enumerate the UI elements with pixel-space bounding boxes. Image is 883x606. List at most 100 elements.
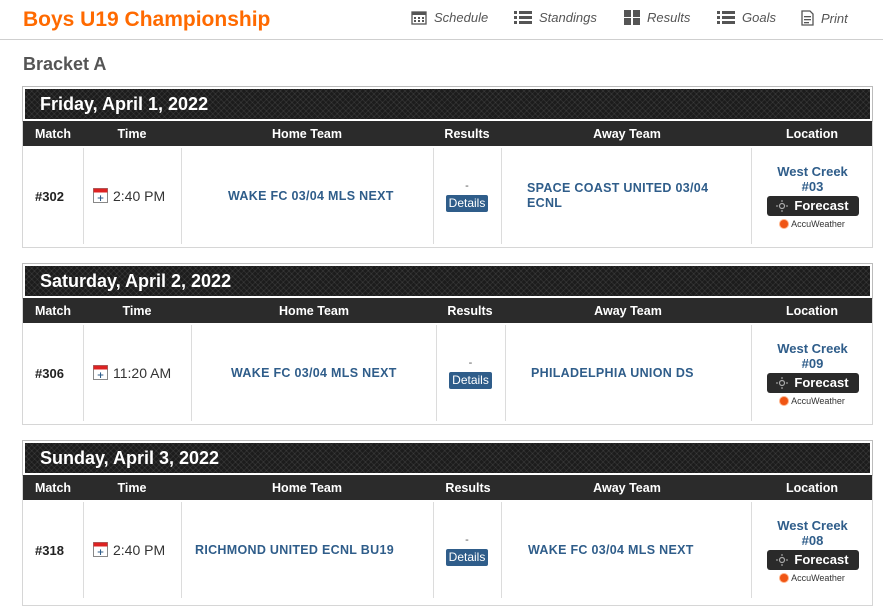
col-away-team: Away Team <box>593 127 661 141</box>
home-team-cell: WAKE FC 03/04 MLS NEXT <box>231 323 426 423</box>
results-cell: - Details <box>436 323 505 423</box>
score-placeholder: - <box>465 180 469 192</box>
column-header-row: Match Time Home Team Results Away Team L… <box>23 121 872 146</box>
accuweather-icon <box>780 573 789 582</box>
match-number: #306 <box>35 365 64 381</box>
results-cell: - Details <box>433 146 501 246</box>
details-button[interactable]: Details <box>445 195 489 212</box>
accuweather-logo: AccuWeather <box>780 396 845 406</box>
nav-goals-label: Goals <box>742 10 776 25</box>
field-number: #03 <box>801 178 824 194</box>
away-team-link[interactable]: SPACE COAST UNITED 03/04 ECNL <box>527 181 742 211</box>
nav-print-label: Print <box>821 10 848 26</box>
match-number-cell: #302 <box>35 146 64 246</box>
nav-results-label: Results <box>647 10 691 25</box>
grid-icon <box>624 10 640 25</box>
column-header-row: Match Time Home Team Results Away Team L… <box>23 475 872 500</box>
home-team-link[interactable]: WAKE FC 03/04 MLS NEXT <box>228 189 394 204</box>
match-number-cell: #318 <box>35 500 64 600</box>
list-icon <box>717 11 735 24</box>
match-time-text: 2:40 PM <box>113 542 166 558</box>
location-link[interactable]: West Creek #09 <box>777 341 848 371</box>
col-match: Match <box>34 481 72 495</box>
calendar-add-icon[interactable]: + <box>93 542 108 558</box>
away-team-cell: PHILADELPHIA UNION DS <box>531 323 746 423</box>
day-date: Friday, April 1, 2022 <box>22 86 873 122</box>
match-number: #302 <box>35 188 64 204</box>
accuweather-icon <box>780 396 789 405</box>
location-link[interactable]: West Creek #08 <box>777 518 848 548</box>
nav-print[interactable]: Print <box>801 10 848 26</box>
sun-icon <box>776 199 789 212</box>
col-home-team: Home Team <box>272 127 342 141</box>
location-cell: West Creek #03 Forecast AccuWeather <box>751 146 874 246</box>
column-header-row: Match Time Home Team Results Away Team L… <box>23 298 872 323</box>
location-name: West Creek <box>777 517 848 533</box>
match-number-cell: #306 <box>35 323 64 423</box>
document-icon <box>801 10 814 26</box>
col-match: Match <box>34 304 72 318</box>
location-link[interactable]: West Creek #03 <box>777 164 848 194</box>
nav-schedule[interactable]: Schedule <box>411 10 488 25</box>
match-row: #306 +11:20 AM WAKE FC 03/04 MLS NEXT - … <box>23 323 872 423</box>
day-section: Friday, April 1, 2022 Match Time Home Te… <box>22 86 873 248</box>
match-time-text: 11:20 AM <box>113 365 172 381</box>
svg-text:+: + <box>97 371 105 380</box>
col-away-team: Away Team <box>593 481 661 495</box>
accuweather-logo: AccuWeather <box>780 219 845 229</box>
away-team-cell: WAKE FC 03/04 MLS NEXT <box>528 500 743 600</box>
home-team-link[interactable]: RICHMOND UNITED ECNL BU19 <box>195 543 394 558</box>
away-team-link[interactable]: WAKE FC 03/04 MLS NEXT <box>528 543 694 558</box>
home-team-cell: WAKE FC 03/04 MLS NEXT <box>228 146 418 246</box>
day-section: Sunday, April 3, 2022 Match Time Home Te… <box>22 440 873 606</box>
score-placeholder: - <box>465 534 469 546</box>
col-results: Results <box>444 127 490 141</box>
calendar-add-icon[interactable]: + <box>93 365 108 381</box>
away-team-link[interactable]: PHILADELPHIA UNION DS <box>531 366 694 381</box>
accuweather-logo: AccuWeather <box>780 573 845 583</box>
day-section: Saturday, April 2, 2022 Match Time Home … <box>22 263 873 425</box>
location-name: West Creek <box>777 340 848 356</box>
col-time: Time <box>122 304 152 318</box>
home-team-link[interactable]: WAKE FC 03/04 MLS NEXT <box>231 366 397 381</box>
forecast-button[interactable]: Forecast <box>766 372 859 393</box>
match-time: +2:40 PM <box>93 188 165 204</box>
col-away-team: Away Team <box>594 304 662 318</box>
col-time: Time <box>117 127 147 141</box>
accuweather-label: AccuWeather <box>791 218 845 229</box>
forecast-button[interactable]: Forecast <box>766 549 859 570</box>
details-button[interactable]: Details <box>445 549 489 566</box>
top-bar: Boys U19 Championship Schedule Standings… <box>0 0 883 40</box>
nav-results[interactable]: Results <box>624 10 690 25</box>
time-cell: +11:20 AM <box>93 323 171 423</box>
match-time: +11:20 AM <box>93 365 171 381</box>
bracket-title: Bracket A <box>23 54 107 74</box>
location-cell: West Creek #08 Forecast AccuWeather <box>751 500 874 600</box>
details-button[interactable]: Details <box>449 372 492 389</box>
nav-schedule-label: Schedule <box>434 10 489 25</box>
match-row: #318 +2:40 PM RICHMOND UNITED ECNL BU19 … <box>23 500 872 600</box>
svg-text:+: + <box>97 548 105 557</box>
list-icon <box>514 11 532 24</box>
location-name: West Creek <box>777 163 848 179</box>
col-time: Time <box>117 481 147 495</box>
field-number: #08 <box>801 532 824 548</box>
forecast-label: Forecast <box>794 198 849 213</box>
calendar-add-icon[interactable]: + <box>93 188 108 204</box>
col-home-team: Home Team <box>272 481 342 495</box>
away-team-cell: SPACE COAST UNITED 03/04 ECNL <box>527 146 742 246</box>
accuweather-label: AccuWeather <box>791 395 845 406</box>
forecast-label: Forecast <box>794 552 849 567</box>
field-number: #09 <box>801 355 824 371</box>
nav-standings[interactable]: Standings <box>514 10 597 25</box>
col-location: Location <box>785 127 839 141</box>
col-results: Results <box>445 481 491 495</box>
match-row: #302 +2:40 PM WAKE FC 03/04 MLS NEXT - D… <box>23 146 872 246</box>
location-cell: West Creek #09 Forecast AccuWeather <box>751 323 874 423</box>
col-location: Location <box>785 481 839 495</box>
accuweather-label: AccuWeather <box>791 572 845 583</box>
score-placeholder: - <box>468 357 473 369</box>
col-match: Match <box>34 127 72 141</box>
forecast-button[interactable]: Forecast <box>766 195 859 216</box>
nav-goals[interactable]: Goals <box>717 10 776 25</box>
